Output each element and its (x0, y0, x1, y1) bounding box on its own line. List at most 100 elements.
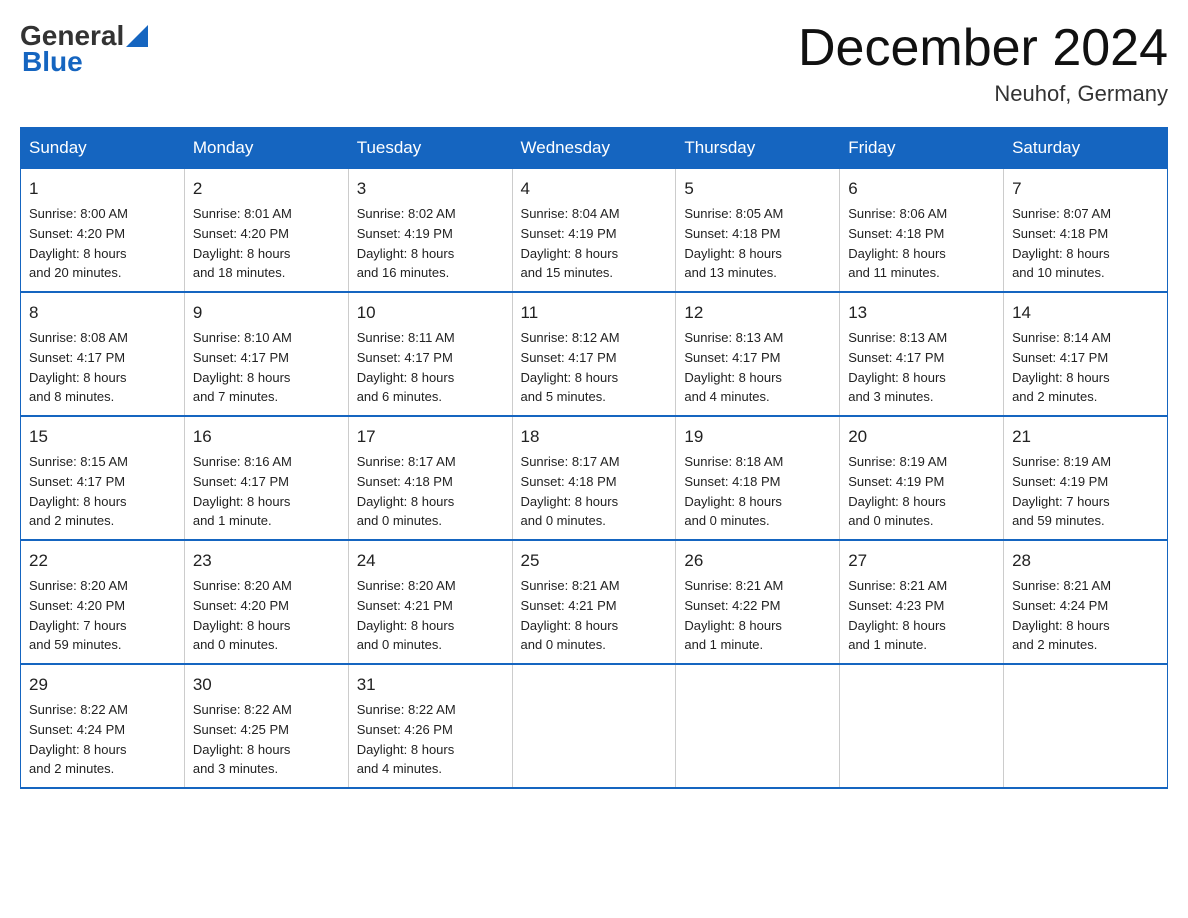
title-area: December 2024 Neuhof, Germany (798, 20, 1168, 107)
day-info: Sunrise: 8:08 AM Sunset: 4:17 PM Dayligh… (29, 330, 128, 405)
day-number: 8 (29, 301, 176, 326)
day-info: Sunrise: 8:21 AM Sunset: 4:22 PM Dayligh… (684, 578, 783, 653)
day-number: 28 (1012, 549, 1159, 574)
calendar-cell: 28 Sunrise: 8:21 AM Sunset: 4:24 PM Dayli… (1004, 540, 1168, 664)
day-number: 1 (29, 177, 176, 202)
header-monday: Monday (184, 128, 348, 169)
calendar-cell (840, 664, 1004, 788)
day-info: Sunrise: 8:17 AM Sunset: 4:18 PM Dayligh… (357, 454, 456, 529)
calendar-cell (512, 664, 676, 788)
day-info: Sunrise: 8:06 AM Sunset: 4:18 PM Dayligh… (848, 206, 947, 281)
calendar-cell: 30Sunrise: 8:22 AM Sunset: 4:25 PM Dayli… (184, 664, 348, 788)
day-info: Sunrise: 8:13 AM Sunset: 4:17 PM Dayligh… (684, 330, 783, 405)
calendar-cell: 9Sunrise: 8:10 AM Sunset: 4:17 PM Daylig… (184, 292, 348, 416)
calendar-header-row: SundayMondayTuesdayWednesdayThursdayFrid… (21, 128, 1168, 169)
day-number: 20 (848, 425, 995, 450)
day-number: 25 (521, 549, 668, 574)
header-sunday: Sunday (21, 128, 185, 169)
day-number: 19 (684, 425, 831, 450)
page-header: General Blue December 2024 Neuhof, Germa… (20, 20, 1168, 107)
day-number: 26 (684, 549, 831, 574)
calendar-cell: 4 Sunrise: 8:04 AM Sunset: 4:19 PM Daylig… (512, 169, 676, 293)
day-info: Sunrise: 8:04 AM Sunset: 4:19 PM Dayligh… (521, 206, 620, 281)
day-info: Sunrise: 8:13 AM Sunset: 4:17 PM Dayligh… (848, 330, 947, 405)
calendar-cell: 20 Sunrise: 8:19 AM Sunset: 4:19 PM Dayli… (840, 416, 1004, 540)
calendar-cell: 13Sunrise: 8:13 AM Sunset: 4:17 PM Dayli… (840, 292, 1004, 416)
day-info: Sunrise: 8:19 AM Sunset: 4:19 PM Dayligh… (848, 454, 947, 529)
day-info: Sunrise: 8:16 AM Sunset: 4:17 PM Dayligh… (193, 454, 292, 529)
header-saturday: Saturday (1004, 128, 1168, 169)
day-number: 12 (684, 301, 831, 326)
calendar-cell: 29Sunrise: 8:22 AM Sunset: 4:24 PM Dayli… (21, 664, 185, 788)
day-number: 2 (193, 177, 340, 202)
logo-triangle-icon (126, 25, 148, 47)
day-number: 27 (848, 549, 995, 574)
day-number: 14 (1012, 301, 1159, 326)
calendar-cell: 21Sunrise: 8:19 AM Sunset: 4:19 PM Dayli… (1004, 416, 1168, 540)
calendar-cell: 2 Sunrise: 8:01 AM Sunset: 4:20 PM Daylig… (184, 169, 348, 293)
day-info: Sunrise: 8:15 AM Sunset: 4:17 PM Dayligh… (29, 454, 128, 529)
header-wednesday: Wednesday (512, 128, 676, 169)
calendar-cell: 22 Sunrise: 8:20 AM Sunset: 4:20 PM Dayli… (21, 540, 185, 664)
week-row-1: 1 Sunrise: 8:00 AM Sunset: 4:20 PM Daylig… (21, 169, 1168, 293)
day-info: Sunrise: 8:20 AM Sunset: 4:21 PM Dayligh… (357, 578, 456, 653)
day-info: Sunrise: 8:07 AM Sunset: 4:18 PM Dayligh… (1012, 206, 1111, 281)
day-number: 4 (521, 177, 668, 202)
header-friday: Friday (840, 128, 1004, 169)
calendar-cell: 24 Sunrise: 8:20 AM Sunset: 4:21 PM Dayli… (348, 540, 512, 664)
day-info: Sunrise: 8:11 AM Sunset: 4:17 PM Dayligh… (357, 330, 455, 405)
header-tuesday: Tuesday (348, 128, 512, 169)
calendar-cell: 26 Sunrise: 8:21 AM Sunset: 4:22 PM Dayli… (676, 540, 840, 664)
calendar-cell: 14 Sunrise: 8:14 AM Sunset: 4:17 PM Dayli… (1004, 292, 1168, 416)
day-info: Sunrise: 8:01 AM Sunset: 4:20 PM Dayligh… (193, 206, 292, 281)
day-number: 22 (29, 549, 176, 574)
day-info: Sunrise: 8:20 AM Sunset: 4:20 PM Dayligh… (29, 578, 128, 653)
logo: General Blue (20, 20, 148, 78)
day-number: 29 (29, 673, 176, 698)
calendar-cell: 17Sunrise: 8:17 AM Sunset: 4:18 PM Dayli… (348, 416, 512, 540)
calendar-cell: 15 Sunrise: 8:15 AM Sunset: 4:17 PM Dayli… (21, 416, 185, 540)
calendar-cell: 3 Sunrise: 8:02 AM Sunset: 4:19 PM Daylig… (348, 169, 512, 293)
day-info: Sunrise: 8:20 AM Sunset: 4:20 PM Dayligh… (193, 578, 292, 653)
day-number: 16 (193, 425, 340, 450)
day-number: 3 (357, 177, 504, 202)
day-number: 23 (193, 549, 340, 574)
week-row-3: 15 Sunrise: 8:15 AM Sunset: 4:17 PM Dayli… (21, 416, 1168, 540)
day-info: Sunrise: 8:14 AM Sunset: 4:17 PM Dayligh… (1012, 330, 1111, 405)
day-info: Sunrise: 8:05 AM Sunset: 4:18 PM Dayligh… (684, 206, 783, 281)
week-row-4: 22 Sunrise: 8:20 AM Sunset: 4:20 PM Dayli… (21, 540, 1168, 664)
day-info: Sunrise: 8:02 AM Sunset: 4:19 PM Dayligh… (357, 206, 456, 281)
calendar-cell (1004, 664, 1168, 788)
calendar-cell (676, 664, 840, 788)
day-info: Sunrise: 8:17 AM Sunset: 4:18 PM Dayligh… (521, 454, 620, 529)
day-info: Sunrise: 8:00 AM Sunset: 4:20 PM Dayligh… (29, 206, 128, 281)
calendar-cell: 8 Sunrise: 8:08 AM Sunset: 4:17 PM Daylig… (21, 292, 185, 416)
day-number: 24 (357, 549, 504, 574)
day-info: Sunrise: 8:18 AM Sunset: 4:18 PM Dayligh… (684, 454, 783, 529)
day-info: Sunrise: 8:21 AM Sunset: 4:21 PM Dayligh… (521, 578, 620, 653)
calendar-cell: 10 Sunrise: 8:11 AM Sunset: 4:17 PM Dayli… (348, 292, 512, 416)
calendar-table: SundayMondayTuesdayWednesdayThursdayFrid… (20, 127, 1168, 789)
month-title: December 2024 (798, 20, 1168, 77)
day-info: Sunrise: 8:21 AM Sunset: 4:24 PM Dayligh… (1012, 578, 1111, 653)
calendar-cell: 18Sunrise: 8:17 AM Sunset: 4:18 PM Dayli… (512, 416, 676, 540)
day-info: Sunrise: 8:21 AM Sunset: 4:23 PM Dayligh… (848, 578, 947, 653)
week-row-2: 8 Sunrise: 8:08 AM Sunset: 4:17 PM Daylig… (21, 292, 1168, 416)
calendar-cell: 19 Sunrise: 8:18 AM Sunset: 4:18 PM Dayli… (676, 416, 840, 540)
day-info: Sunrise: 8:22 AM Sunset: 4:26 PM Dayligh… (357, 702, 456, 777)
day-number: 10 (357, 301, 504, 326)
day-number: 5 (684, 177, 831, 202)
day-info: Sunrise: 8:19 AM Sunset: 4:19 PM Dayligh… (1012, 454, 1111, 529)
day-number: 30 (193, 673, 340, 698)
location-label: Neuhof, Germany (798, 81, 1168, 107)
calendar-cell: 6Sunrise: 8:06 AM Sunset: 4:18 PM Daylig… (840, 169, 1004, 293)
calendar-cell: 25 Sunrise: 8:21 AM Sunset: 4:21 PM Dayli… (512, 540, 676, 664)
day-number: 31 (357, 673, 504, 698)
day-number: 7 (1012, 177, 1159, 202)
calendar-cell: 5 Sunrise: 8:05 AM Sunset: 4:18 PM Daylig… (676, 169, 840, 293)
day-number: 9 (193, 301, 340, 326)
day-number: 11 (521, 301, 668, 326)
week-row-5: 29Sunrise: 8:22 AM Sunset: 4:24 PM Dayli… (21, 664, 1168, 788)
calendar-cell: 23 Sunrise: 8:20 AM Sunset: 4:20 PM Dayli… (184, 540, 348, 664)
day-number: 15 (29, 425, 176, 450)
